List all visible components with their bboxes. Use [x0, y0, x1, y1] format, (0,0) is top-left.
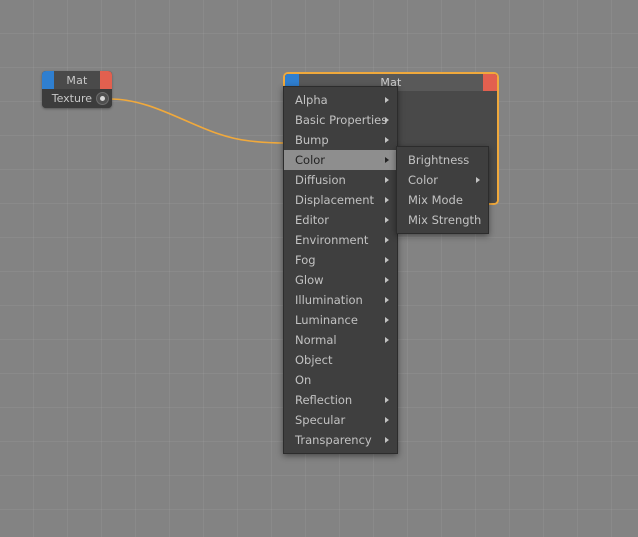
menu-item-label: On: [295, 373, 312, 387]
chevron-right-icon: [385, 417, 389, 423]
menu-item-label: Object: [295, 353, 333, 367]
menu-item-luminance[interactable]: Luminance: [284, 310, 397, 330]
node-texture[interactable]: Mat Texture: [42, 71, 112, 108]
chevron-right-icon: [385, 337, 389, 343]
menu-item-specular[interactable]: Specular: [284, 410, 397, 430]
menu-item-label: Specular: [295, 413, 346, 427]
chevron-right-icon: [385, 217, 389, 223]
menu-item-reflection[interactable]: Reflection: [284, 390, 397, 410]
menu-item-basic-properties[interactable]: Basic Properties: [284, 110, 397, 130]
menu-item-label: Bump: [295, 133, 329, 147]
menu-item-label: Reflection: [295, 393, 353, 407]
node-texture-row-label: Texture: [51, 92, 92, 105]
menu-item-label: Color: [408, 173, 439, 187]
output-port-icon[interactable]: [483, 74, 497, 91]
menu-item-label: Glow: [295, 273, 324, 287]
chevron-right-icon: [385, 177, 389, 183]
node-texture-row-texture[interactable]: Texture: [42, 89, 112, 108]
submenu-item-mix-mode[interactable]: Mix Mode: [397, 190, 488, 210]
menu-item-label: Environment: [295, 233, 369, 247]
menu-item-normal[interactable]: Normal: [284, 330, 397, 350]
menu-item-label: Alpha: [295, 93, 328, 107]
menu-item-bump[interactable]: Bump: [284, 130, 397, 150]
node-editor-canvas[interactable]: Mat Texture Mat Alpha Basic Properties Bum…: [0, 0, 638, 537]
menu-item-fog[interactable]: Fog: [284, 250, 397, 270]
menu-item-on[interactable]: On: [284, 370, 397, 390]
menu-item-illumination[interactable]: Illumination: [284, 290, 397, 310]
menu-item-transparency[interactable]: Transparency: [284, 430, 397, 450]
submenu-item-color[interactable]: Color: [397, 170, 488, 190]
menu-item-alpha[interactable]: Alpha: [284, 90, 397, 110]
chevron-right-icon: [385, 197, 389, 203]
menu-item-object[interactable]: Object: [284, 350, 397, 370]
menu-item-editor[interactable]: Editor: [284, 210, 397, 230]
chevron-right-icon: [385, 437, 389, 443]
menu-item-label: Illumination: [295, 293, 363, 307]
menu-item-label: Luminance: [295, 313, 358, 327]
chevron-right-icon: [385, 237, 389, 243]
chevron-right-icon: [476, 177, 480, 183]
menu-item-label: Editor: [295, 213, 330, 227]
menu-item-label: Mix Mode: [408, 193, 463, 207]
chevron-right-icon: [385, 117, 389, 123]
menu-item-label: Fog: [295, 253, 316, 267]
menu-item-label: Basic Properties: [295, 113, 388, 127]
menu-item-label: Color: [295, 153, 326, 167]
menu-item-label: Normal: [295, 333, 337, 347]
context-menu[interactable]: Alpha Basic Properties Bump Color Diffusion D…: [283, 86, 398, 454]
chevron-right-icon: [385, 137, 389, 143]
chevron-right-icon: [385, 297, 389, 303]
submenu-item-mix-strength[interactable]: Mix Strength: [397, 210, 488, 230]
chevron-right-icon: [385, 317, 389, 323]
menu-item-displacement[interactable]: Displacement: [284, 190, 397, 210]
menu-item-label: Diffusion: [295, 173, 346, 187]
chevron-right-icon: [385, 257, 389, 263]
menu-item-label: Displacement: [295, 193, 375, 207]
node-texture-title-bar[interactable]: Mat: [42, 71, 112, 89]
menu-item-glow[interactable]: Glow: [284, 270, 397, 290]
menu-item-label: Transparency: [295, 433, 372, 447]
chevron-right-icon: [385, 397, 389, 403]
menu-item-color[interactable]: Color: [284, 150, 397, 170]
output-port-icon[interactable]: [100, 71, 112, 89]
menu-item-environment[interactable]: Environment: [284, 230, 397, 250]
menu-item-label: Mix Strength: [408, 213, 482, 227]
context-submenu-color[interactable]: Brightness Color Mix Mode Mix Strength: [396, 146, 489, 234]
menu-item-diffusion[interactable]: Diffusion: [284, 170, 397, 190]
input-port-icon[interactable]: [42, 71, 54, 89]
chevron-right-icon: [385, 97, 389, 103]
chevron-right-icon: [385, 157, 389, 163]
node-texture-title: Mat: [66, 73, 88, 87]
circle-port-icon[interactable]: [96, 92, 109, 105]
menu-item-label: Brightness: [408, 153, 470, 167]
submenu-item-brightness[interactable]: Brightness: [397, 150, 488, 170]
chevron-right-icon: [385, 277, 389, 283]
